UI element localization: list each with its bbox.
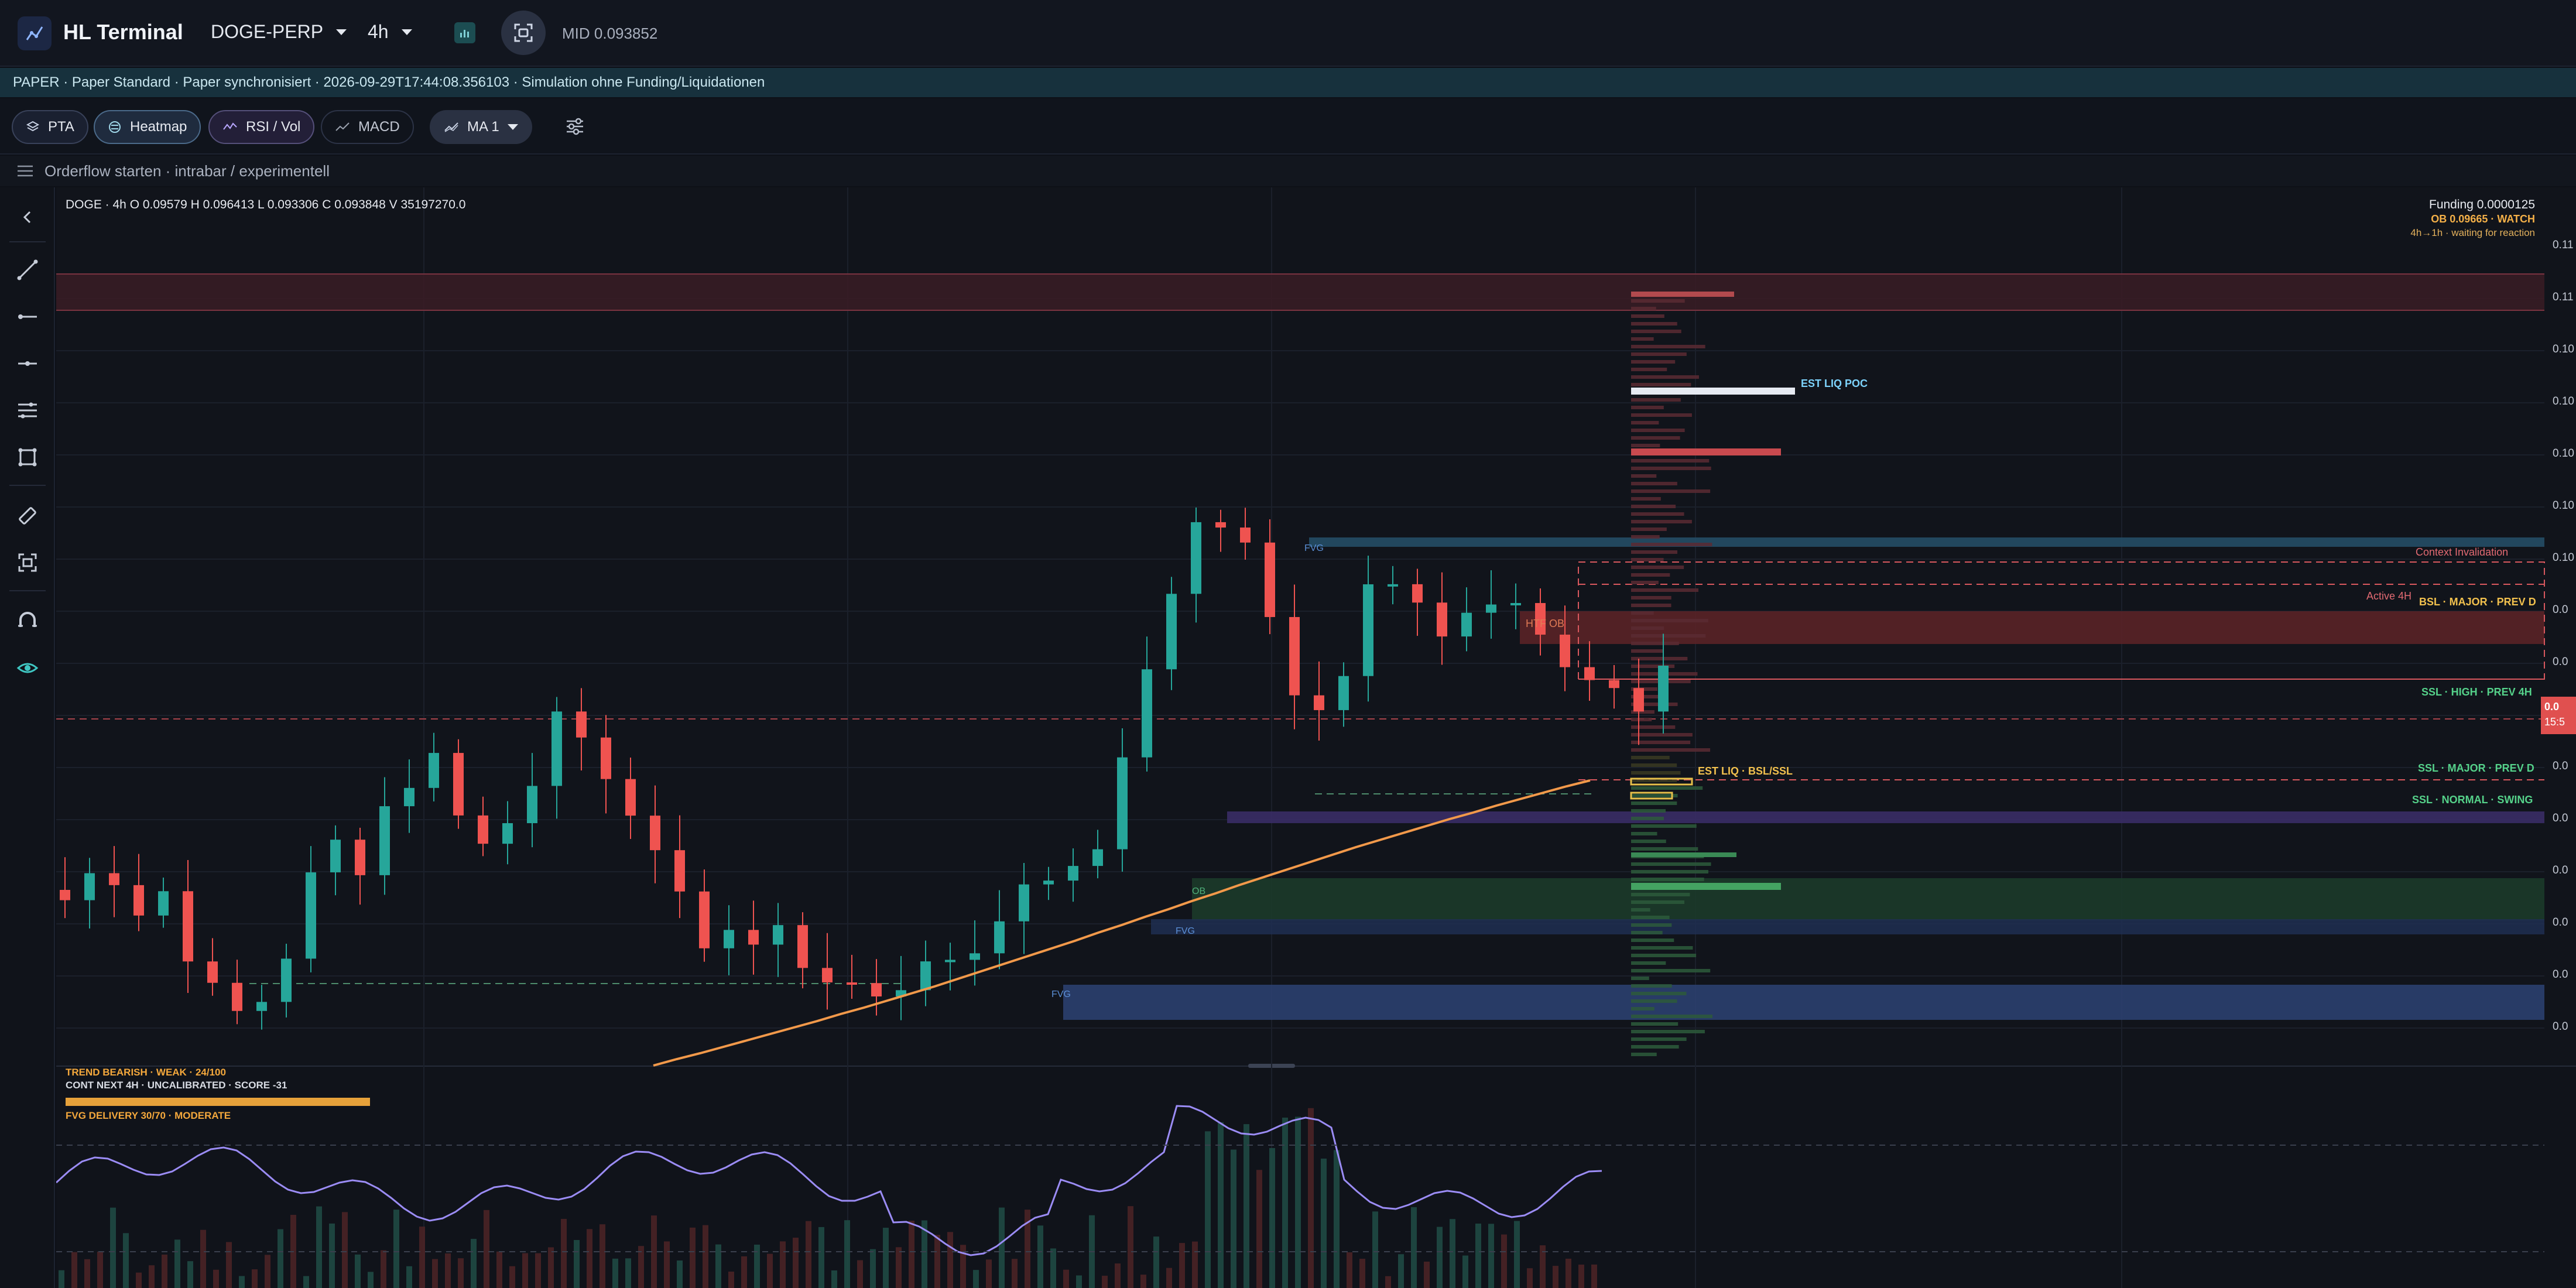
fvg-label: FVG [1051,989,1071,999]
list-icon [18,165,33,177]
collapse-chevron-icon[interactable] [13,203,42,232]
symbol-value: DOGE-PERP [211,21,324,42]
candle-countdown: 15:5 [2544,716,2565,728]
last-price-value: 0.0 [2544,701,2560,712]
price-axis-tick: 0.0 [2553,916,2568,929]
price-axis-tick: 0.0 [2553,1020,2568,1033]
ssl-major-label: SSL · MAJOR · PREV D [2418,762,2534,774]
sliders-settings-icon[interactable] [564,116,585,140]
heatmap-label: Heatmap [130,119,187,135]
magnet-icon[interactable] [13,607,42,636]
heatmap-toggle-button[interactable]: Heatmap [94,110,201,144]
app-title: HL Terminal [63,20,183,44]
price-chart[interactable]: DOGE · 4h O 0.09579 H 0.096413 L 0.09330… [56,187,2576,1288]
ob-label: OB [1192,886,1206,896]
chevron-down-icon [401,29,412,35]
macd-label: MACD [358,119,400,135]
pulse-icon [223,122,237,130]
est-liq-poc-label: EST LIQ POC [1801,378,1868,389]
ssl-normal-label: SSL · NORMAL · SWING [2412,794,2533,806]
visibility-eye-icon[interactable] [13,653,42,683]
trend-strength-bar [66,1098,370,1106]
ma-line-icon [444,122,458,132]
price-axis-tick: 0.10 [2553,343,2574,355]
htf-ob-label: HTF OB [1526,618,1564,629]
funding-rate: Funding 0.0000125 [2429,198,2535,211]
paper-status-banner: PAPER · Paper Standard · Paper synchroni… [0,68,2576,97]
ruler-tool-icon[interactable] [13,501,42,530]
price-axis-tick: 0.10 [2553,499,2574,512]
ohlc-readout: DOGE · 4h O 0.09579 H 0.096413 L 0.09330… [66,198,466,211]
est-liq-bsl-ssl-label: EST LIQ · BSL/SSL [1698,765,1793,777]
price-axis-tick: 0.0 [2553,812,2568,824]
fvg-label: FVG [1176,926,1195,936]
orderflow-start-row[interactable]: Orderflow starten · intrabar / experimen… [0,156,2576,186]
trend-status: TREND BEARISH · WEAK · 24/100 [66,1067,226,1078]
app-logo-icon[interactable] [18,16,52,50]
mid-price: MID 0.093852 [562,25,658,42]
heatmap-icon [109,121,121,133]
banner-text: PAPER · Paper Standard · Paper synchroni… [13,74,765,90]
rsi-vol-toggle-button[interactable]: RSI / Vol [208,110,315,144]
rsi-vol-label: RSI / Vol [246,119,301,135]
trend-line-icon [335,122,350,131]
context-invalidation-label: Context Invalidation [2416,546,2509,558]
rectangle-tool-icon[interactable] [13,443,42,472]
ma-label: MA 1 [467,119,499,135]
ray-tool-icon[interactable] [13,302,42,331]
ssl-high-label: SSL · HIGH · PREV 4H [2421,686,2532,698]
chevron-down-icon [336,29,347,35]
continuation-score: CONT NEXT 4H · UNCALIBRATED · SCORE -31 [66,1080,287,1091]
ma-select-button[interactable]: MA 1 [430,110,532,144]
last-price-tag: 0.0 15:5 [2541,697,2576,734]
top-header: HL Terminal DOGE-PERP 4h MID 0.093852 [0,0,2576,67]
horizontal-line-tool-icon[interactable] [13,349,42,378]
fvg-label: FVG [1304,543,1324,553]
chart-canvas[interactable] [56,187,2576,1288]
price-axis-tick: 0.11 [2553,239,2574,251]
price-axis-tick: 0.0 [2553,604,2568,616]
price-axis-tick: 0.11 [2553,291,2574,303]
price-axis-tick: 0.0 [2553,968,2568,981]
pta-label: PTA [48,119,74,135]
price-axis-tick: 0.0 [2553,864,2568,876]
drawing-tools-sidebar [0,187,55,1288]
ob-watch-status: OB 0.09665 · WATCH [2431,213,2535,225]
price-axis-tick: 0.10 [2553,551,2574,564]
price-axis-tick: 0.10 [2553,395,2574,407]
price-axis-tick: 0.10 [2553,447,2574,460]
fvg-delivery-status: FVG DELIVERY 30/70 · MODERATE [66,1110,231,1121]
chart-stats-icon[interactable] [454,22,475,43]
focus-mode-icon[interactable] [501,11,546,55]
price-axis-tick: 0.0 [2553,760,2568,772]
orderflow-label: Orderflow starten · intrabar / experimen… [44,162,330,180]
trendline-tool-icon[interactable] [13,255,42,285]
price-axis-tick: 0.0 [2553,656,2568,668]
indicator-toolbar: PTA Heatmap RSI / Vol MACD MA 1 [0,98,2576,155]
timeframe-select[interactable]: 4h [368,21,412,43]
chevron-down-icon [507,124,518,130]
symbol-select[interactable]: DOGE-PERP [211,21,347,43]
pta-toggle-button[interactable]: PTA [12,110,88,144]
timeframe-value: 4h [368,21,389,42]
bsl-major-label: BSL · MAJOR · PREV D [2419,596,2536,608]
macd-toggle-button[interactable]: MACD [321,110,414,144]
active-4h-label: Active 4H [2366,590,2412,602]
layers-icon [26,121,40,132]
waiting-reaction-text: 4h→1h · waiting for reaction [2410,227,2535,238]
fib-levels-tool-icon[interactable] [13,396,42,425]
zoom-fit-icon[interactable] [13,548,42,577]
